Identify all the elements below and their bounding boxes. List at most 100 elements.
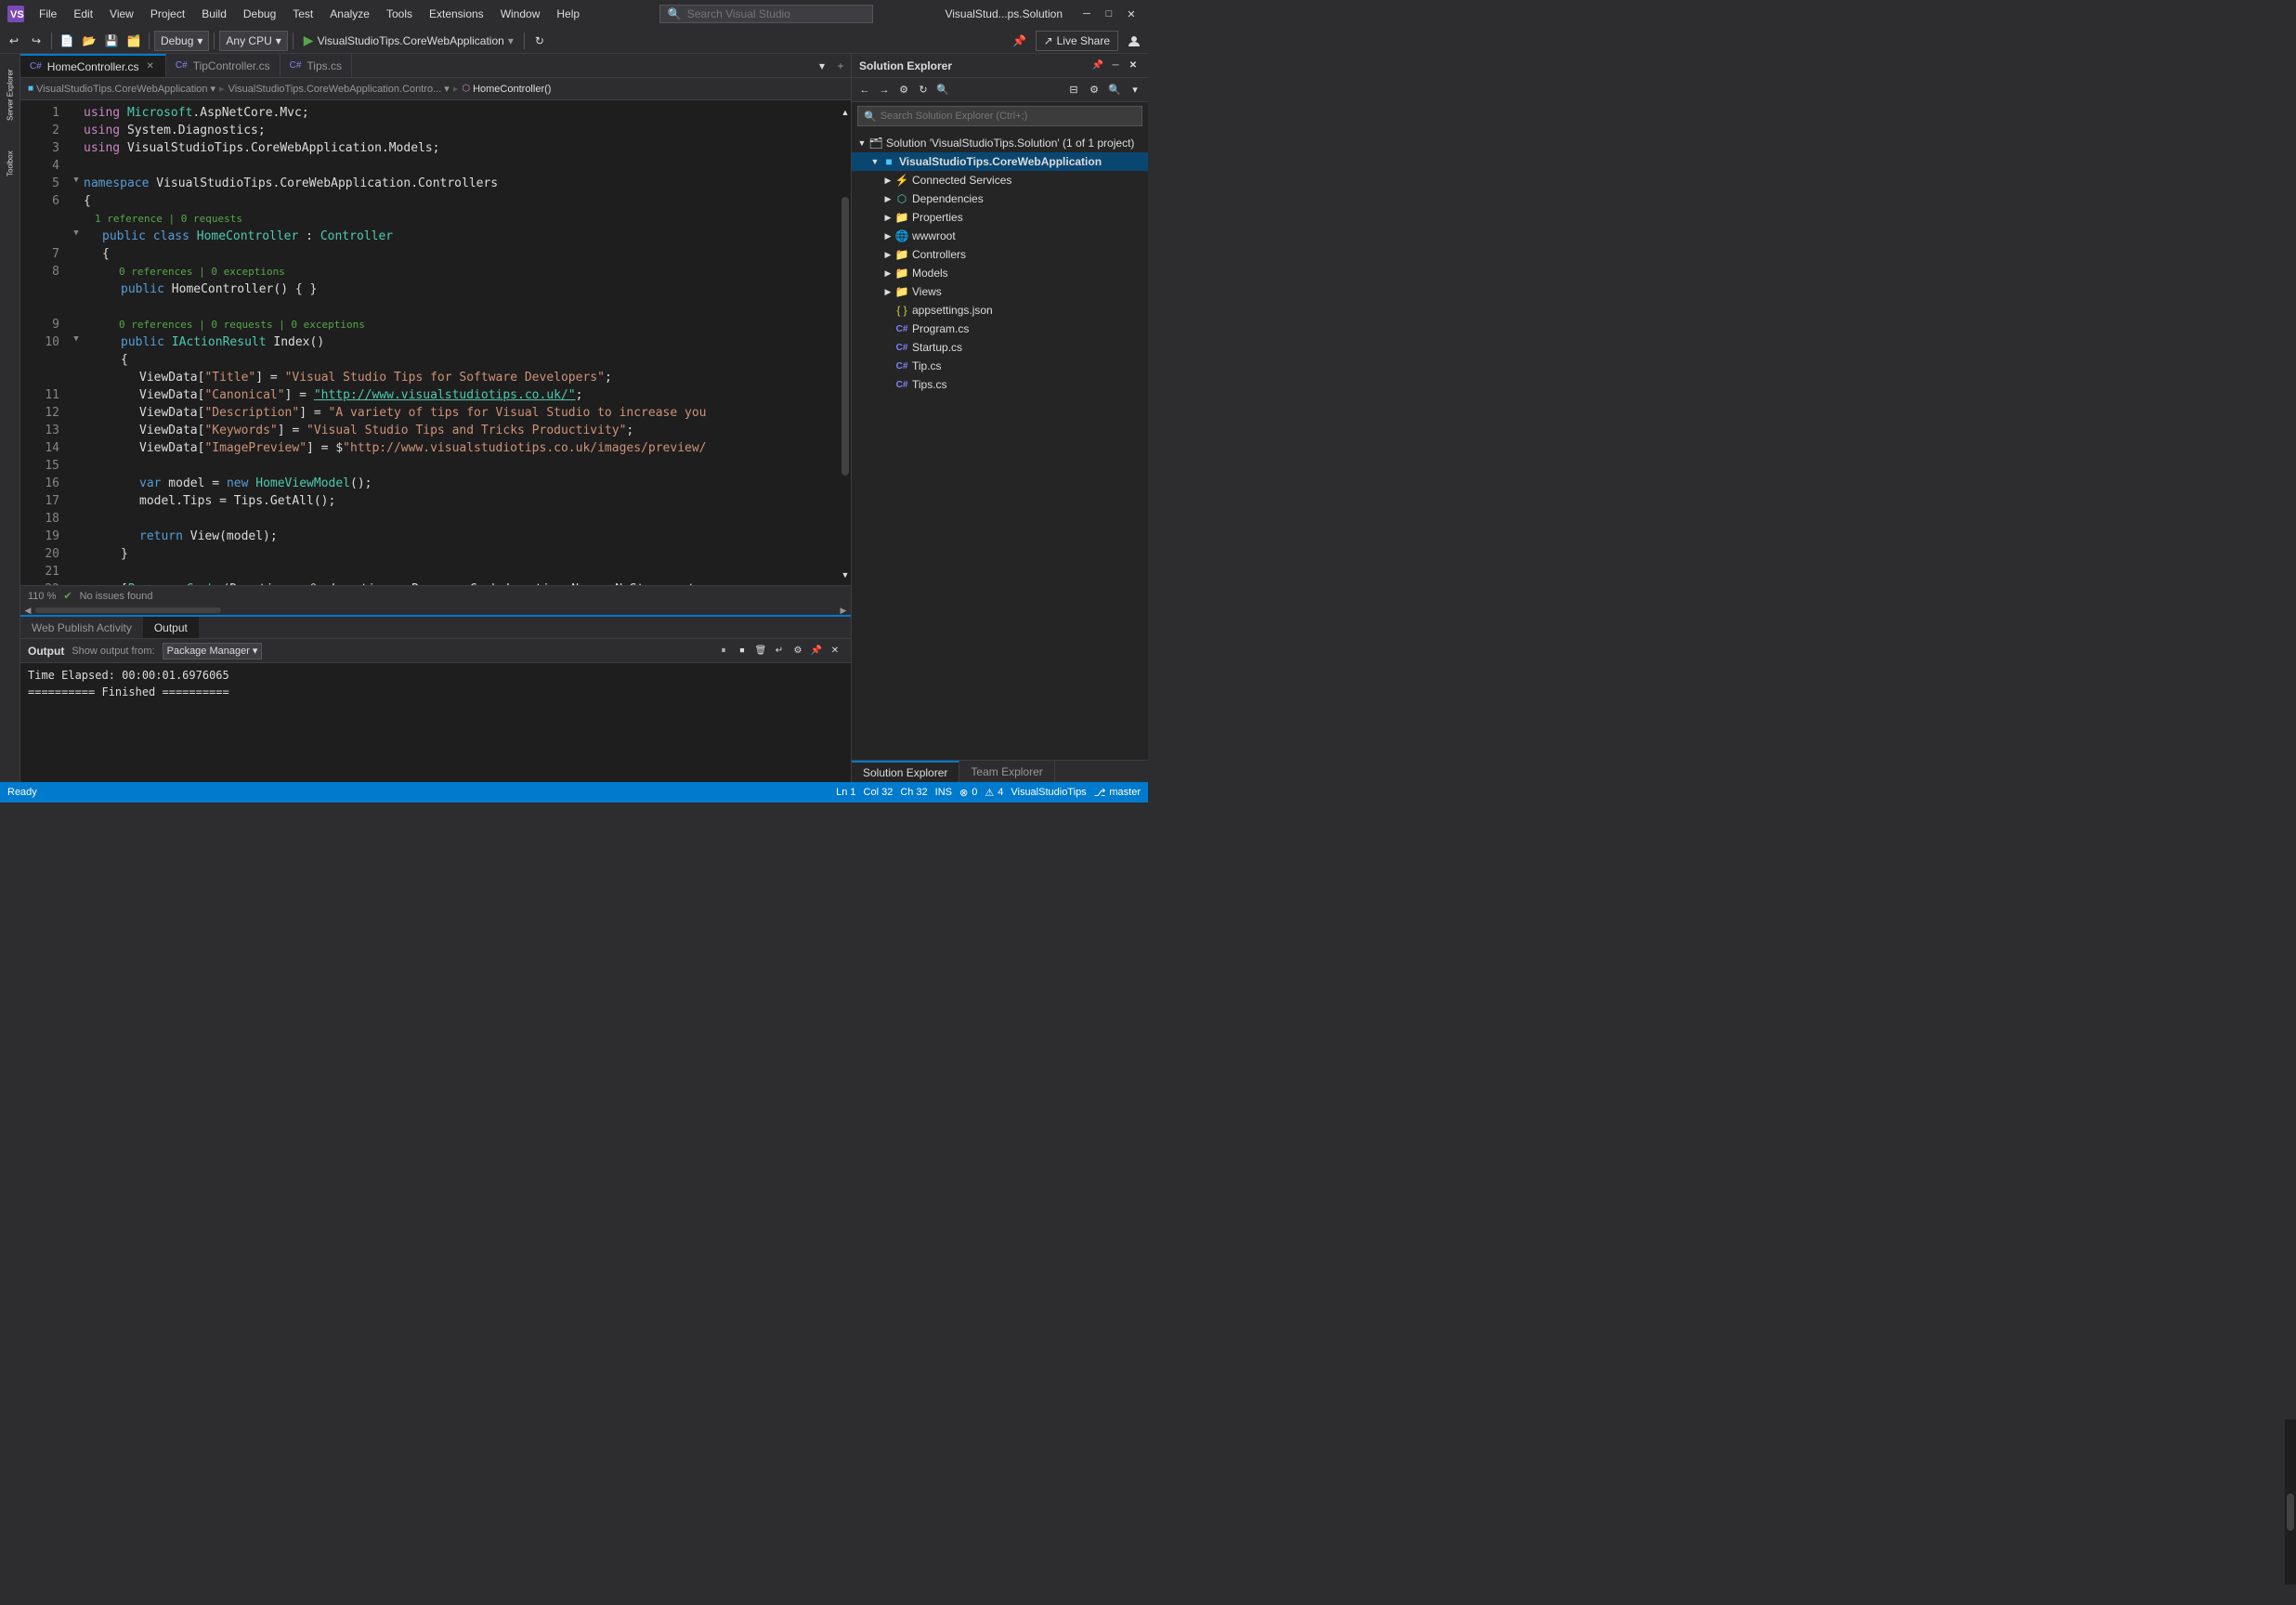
fold-7[interactable]: ▼: [71, 228, 82, 239]
se-more-btn[interactable]: ▾: [1126, 81, 1144, 99]
se-search-input[interactable]: [881, 111, 1136, 122]
tree-models[interactable]: ▶ 📁 Models: [852, 264, 1148, 282]
se-collapse-btn[interactable]: ⊟: [1064, 81, 1083, 99]
menu-tools[interactable]: Tools: [379, 6, 420, 22]
breadcrumb-method[interactable]: ⬡ HomeController(): [462, 84, 551, 95]
menu-project[interactable]: Project: [143, 6, 192, 22]
tab-tipcontroller[interactable]: C# TipController.cs: [166, 54, 280, 77]
status-errors[interactable]: ⊗ 0: [959, 787, 977, 799]
sidebar-server-explorer[interactable]: Server Explorer: [2, 58, 19, 132]
editor-horizontal-scrollbar[interactable]: ◀ ▶: [20, 606, 851, 615]
status-ins[interactable]: INS: [935, 787, 952, 798]
fold-5[interactable]: ▼: [71, 175, 82, 186]
sidebar-toolbox[interactable]: Toolbox: [2, 136, 19, 191]
run-button[interactable]: ▶ VisualStudioTips.CoreWebApplication ▾: [298, 31, 519, 51]
new-project-button[interactable]: 📄: [57, 31, 77, 51]
status-line[interactable]: Ln 1: [836, 787, 855, 798]
minimize-button[interactable]: ─: [1077, 6, 1096, 22]
output-source-dropdown[interactable]: Package Manager ▾: [163, 643, 263, 659]
se-close-btn[interactable]: ✕: [1126, 59, 1141, 73]
se-settings-btn[interactable]: ⚙: [1085, 81, 1103, 99]
panel-tab-team-explorer[interactable]: Team Explorer: [959, 761, 1054, 782]
status-project[interactable]: VisualStudioTips: [1011, 787, 1086, 798]
tree-dependencies[interactable]: ▶ ⬡ Dependencies: [852, 189, 1148, 208]
tree-controllers[interactable]: ▶ 📁 Controllers: [852, 245, 1148, 264]
redo-button[interactable]: ↪: [26, 31, 46, 51]
status-branch[interactable]: ⎇ master: [1094, 787, 1141, 799]
tree-project[interactable]: ▼ ■ VisualStudioTips.CoreWebApplication: [852, 152, 1148, 171]
tree-views[interactable]: ▶ 📁 Views: [852, 282, 1148, 301]
tree-expand-wwwroot[interactable]: ▶: [881, 231, 894, 241]
undo-button[interactable]: ↩: [4, 31, 24, 51]
hscroll-thumb[interactable]: [35, 607, 221, 613]
tree-startup[interactable]: C# Startup.cs: [852, 338, 1148, 357]
live-share-button[interactable]: ↗ Live Share: [1036, 31, 1118, 51]
output-close-btn[interactable]: ✕: [827, 643, 843, 659]
tree-tip[interactable]: C# Tip.cs: [852, 357, 1148, 375]
tree-connected-services[interactable]: ▶ ⚡ Connected Services: [852, 171, 1148, 189]
se-minimize-btn[interactable]: ─: [1108, 59, 1123, 73]
output-filter-btn[interactable]: ⚙: [789, 643, 806, 659]
menu-help[interactable]: Help: [549, 6, 587, 22]
tree-solution[interactable]: ▼ 🗂 Solution 'VisualStudioTips.Solution'…: [852, 134, 1148, 152]
fold-11[interactable]: ▼: [71, 333, 82, 345]
account-button[interactable]: [1124, 31, 1144, 51]
tree-expand-controllers[interactable]: ▶: [881, 250, 894, 260]
se-filter-btn[interactable]: 🔍: [933, 81, 952, 99]
hscroll-left[interactable]: ◀: [20, 606, 35, 616]
zoom-level[interactable]: 110 %: [28, 591, 56, 602]
tree-appsettings[interactable]: { } appsettings.json: [852, 301, 1148, 320]
se-back-btn[interactable]: ←: [855, 81, 874, 99]
se-pin-btn[interactable]: 📌: [1090, 59, 1105, 73]
title-search-box[interactable]: 🔍: [659, 5, 873, 23]
menu-extensions[interactable]: Extensions: [422, 6, 491, 22]
tree-expand-connected[interactable]: ▶: [881, 176, 894, 186]
menu-debug[interactable]: Debug: [236, 6, 283, 22]
tree-tips[interactable]: C# Tips.cs: [852, 375, 1148, 394]
se-properties-btn[interactable]: ⚙: [894, 81, 913, 99]
search-input[interactable]: [687, 7, 865, 20]
refresh-button[interactable]: ↻: [529, 31, 550, 51]
tab-web-publish-activity[interactable]: Web Publish Activity: [20, 617, 143, 638]
close-button[interactable]: ✕: [1122, 6, 1141, 22]
output-pause-btn[interactable]: ⏸: [715, 643, 732, 659]
editor-vertical-scrollbar[interactable]: ▲ ▼: [840, 100, 851, 585]
tab-tips[interactable]: C# Tips.cs: [280, 54, 352, 77]
breadcrumb-project[interactable]: ■ VisualStudioTips.CoreWebApplication ▾: [28, 83, 215, 95]
se-refresh-btn[interactable]: ↻: [914, 81, 933, 99]
pin-button[interactable]: 📌: [1010, 31, 1030, 51]
panel-tab-solution-explorer[interactable]: Solution Explorer: [852, 761, 959, 782]
tree-expand-project[interactable]: ▼: [868, 157, 881, 166]
tree-expand-solution[interactable]: ▼: [855, 138, 868, 148]
status-ch[interactable]: Ch 32: [900, 787, 927, 798]
tree-wwwroot[interactable]: ▶ 🌐 wwwroot: [852, 227, 1148, 245]
status-ready[interactable]: Ready: [7, 787, 37, 798]
output-pin-btn[interactable]: 📌: [808, 643, 825, 659]
hscroll-right[interactable]: ▶: [836, 606, 851, 616]
save-all-button[interactable]: 🗂️: [124, 31, 144, 51]
tree-expand-deps[interactable]: ▶: [881, 194, 894, 204]
tab-output[interactable]: Output: [143, 617, 199, 638]
tree-program[interactable]: C# Program.cs: [852, 320, 1148, 338]
hscroll-track[interactable]: [35, 607, 836, 613]
tree-expand-views[interactable]: ▶: [881, 287, 894, 297]
menu-analyze[interactable]: Analyze: [322, 6, 377, 22]
debug-config-dropdown[interactable]: Debug ▾: [154, 31, 209, 51]
save-button[interactable]: 💾: [101, 31, 122, 51]
status-warnings[interactable]: ⚠ 4: [985, 787, 1003, 799]
se-search-box[interactable]: 🔍: [857, 106, 1142, 126]
editor-add-tab-button[interactable]: +: [830, 54, 851, 77]
se-search-btn[interactable]: 🔍: [1105, 81, 1124, 99]
menu-view[interactable]: View: [102, 6, 141, 22]
menu-test[interactable]: Test: [285, 6, 320, 22]
menu-build[interactable]: Build: [194, 6, 234, 22]
status-col[interactable]: Col 32: [864, 787, 894, 798]
open-button[interactable]: 📂: [79, 31, 99, 51]
tab-homecontroller[interactable]: C# HomeController.cs ✕: [20, 54, 166, 77]
menu-file[interactable]: File: [32, 6, 64, 22]
code-content[interactable]: using Microsoft.AspNetCore.Mvc; using Sy…: [67, 100, 840, 585]
tree-properties[interactable]: ▶ 📁 Properties: [852, 208, 1148, 227]
tree-expand-models[interactable]: ▶: [881, 268, 894, 279]
menu-edit[interactable]: Edit: [66, 6, 100, 22]
menu-window[interactable]: Window: [493, 6, 548, 22]
